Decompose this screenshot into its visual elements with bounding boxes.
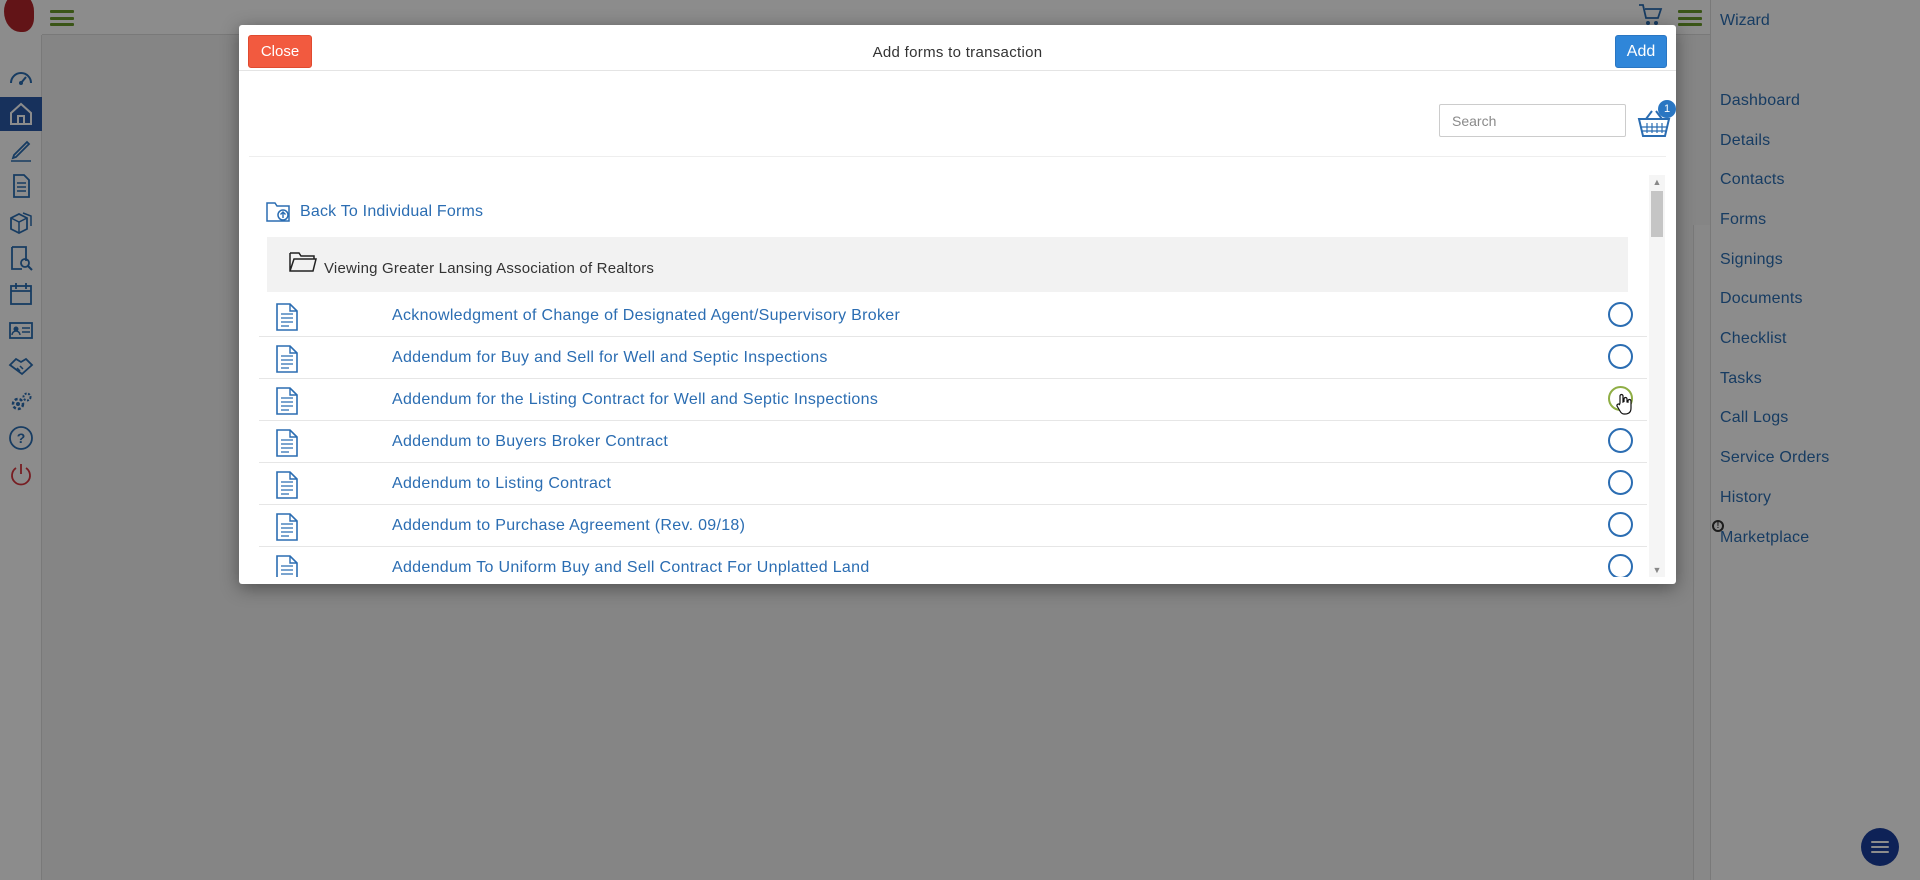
form-name[interactable]: Addendum to Purchase Agreement (Rev. 09/… [392,517,745,535]
form-name[interactable]: Addendum To Uniform Buy and Sell Contrac… [392,559,870,577]
form-row[interactable]: Addendum for the Listing Contract for We… [259,379,1647,421]
form-select-radio[interactable] [1608,302,1633,327]
form-document-icon [276,429,298,457]
folder-open-icon [289,252,317,272]
form-select-radio[interactable] [1608,554,1633,577]
form-row[interactable]: Addendum to Buyers Broker Contract [259,421,1647,463]
form-document-icon [276,471,298,499]
form-document-icon [276,555,298,577]
form-document-icon [276,345,298,373]
scrollbar-thumb[interactable] [1651,191,1663,237]
forms-list: Back To Individual Forms Viewing Greater… [249,175,1647,577]
form-select-radio[interactable] [1608,428,1633,453]
form-row[interactable]: Addendum To Uniform Buy and Sell Contrac… [259,547,1647,577]
form-document-icon [276,513,298,541]
add-button[interactable]: Add [1615,35,1667,68]
form-row[interactable]: Acknowledgment of Change of Designated A… [259,295,1647,337]
form-name[interactable]: Addendum to Listing Contract [392,475,611,493]
modal-header: Close Add forms to transaction Add [239,25,1676,71]
back-link-label: Back To Individual Forms [300,203,484,220]
form-select-radio[interactable] [1608,512,1633,537]
modal-title: Add forms to transaction [872,44,1043,61]
viewing-association-label: Viewing Greater Lansing Association of R… [324,260,655,277]
back-to-individual-forms-link[interactable]: Back To Individual Forms [266,200,483,224]
scroll-up-arrow-icon[interactable]: ▲ [1649,175,1665,189]
form-document-icon [276,387,298,415]
form-name[interactable]: Addendum for Buy and Sell for Well and S… [392,349,828,367]
hand-cursor-icon [1616,393,1632,415]
form-name[interactable]: Acknowledgment of Change of Designated A… [392,307,900,325]
forms-list-scrollbar[interactable]: ▲ ▼ [1649,175,1665,577]
folder-upload-icon [266,202,290,222]
form-row[interactable]: Addendum to Listing Contract [259,463,1647,505]
search-input[interactable] [1439,104,1626,137]
form-document-icon [276,303,298,331]
add-forms-modal: Close Add forms to transaction Add 1 Bac… [239,25,1676,584]
viewing-association-header: Viewing Greater Lansing Association of R… [267,237,1628,292]
scroll-down-arrow-icon[interactable]: ▼ [1649,563,1665,577]
form-name[interactable]: Addendum to Buyers Broker Contract [392,433,668,451]
form-select-radio[interactable] [1608,344,1633,369]
form-name[interactable]: Addendum for the Listing Contract for We… [392,391,878,409]
form-row[interactable]: Addendum for Buy and Sell for Well and S… [259,337,1647,379]
basket-count-badge: 1 [1658,100,1676,118]
modal-toolbar: 1 [249,71,1676,157]
form-row[interactable]: Addendum to Purchase Agreement (Rev. 09/… [259,505,1647,547]
form-select-radio[interactable] [1608,470,1633,495]
